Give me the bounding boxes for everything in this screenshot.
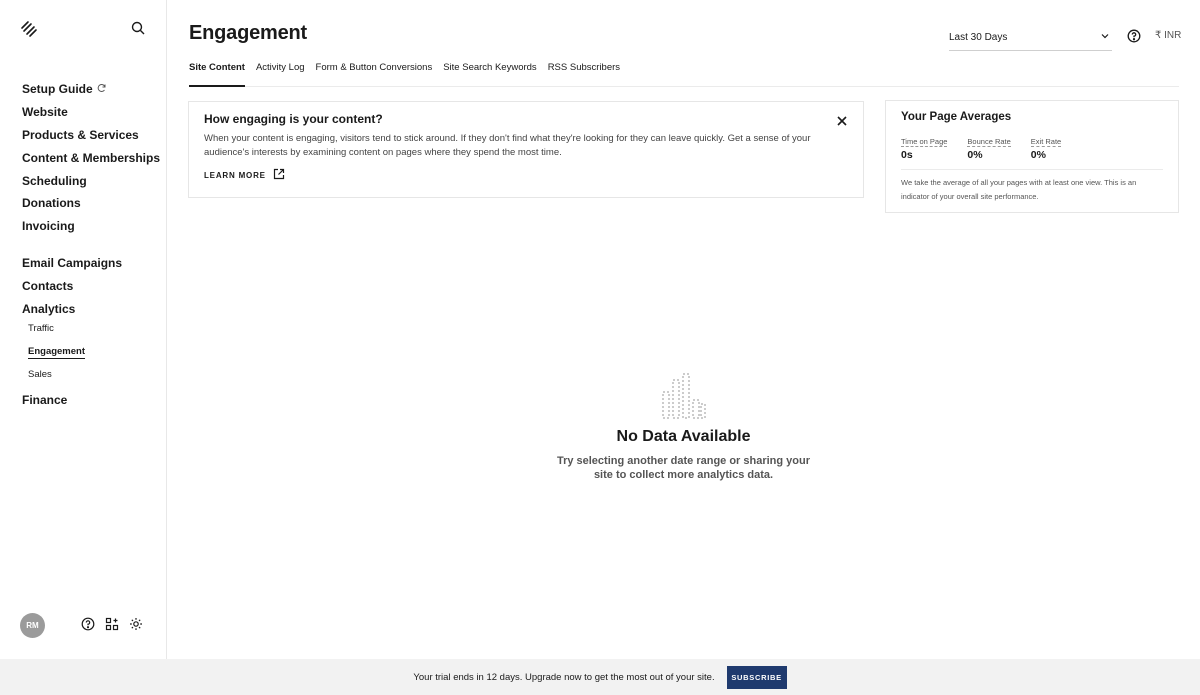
learn-more-link[interactable]: LEARN MORE (204, 168, 294, 182)
avatar[interactable]: RM (20, 613, 45, 638)
sidebar-item-label: Scheduling (22, 173, 87, 188)
refresh-icon (97, 80, 107, 98)
sidebar-item-label: Products & Services (22, 127, 139, 142)
sidebar: Setup Guide Website Products & Services … (0, 0, 167, 659)
tab-site-content[interactable]: Site Content (189, 57, 245, 87)
sidebar-item-scheduling[interactable]: Scheduling (22, 169, 160, 192)
sidebar-subitem-label: Traffic (28, 322, 54, 334)
sidebar-item-donations[interactable]: Donations (22, 192, 160, 215)
search-icon[interactable] (130, 20, 146, 36)
sidebar-item-label: Email Campaigns (22, 255, 123, 270)
empty-state: No Data Available Try selecting another … (547, 372, 820, 482)
sidebar-item-email-campaigns[interactable]: Email Campaigns (22, 252, 160, 275)
date-range-select[interactable]: Last 30 Days (949, 24, 1112, 51)
info-card-title: How engaging is your content? (204, 112, 383, 126)
page-averages-note: We take the average of all your pages wi… (901, 178, 1137, 201)
close-icon[interactable] (836, 114, 848, 126)
metric-label[interactable]: Time on Page (901, 137, 948, 147)
learn-more-label: LEARN MORE (204, 170, 266, 180)
sidebar-footer-icons (81, 617, 143, 631)
sidebar-item-finance[interactable]: Finance (22, 388, 160, 411)
sidebar-subitem-label: Engagement (28, 345, 86, 359)
sidebar-item-analytics[interactable]: Analytics (22, 297, 160, 320)
sidebar-subitem-traffic[interactable]: Traffic (22, 320, 160, 343)
sidebar-item-content-memberships[interactable]: Content & Memberships (22, 146, 160, 169)
sidebar-item-label: Content & Memberships (22, 150, 161, 165)
sidebar-item-label: Donations (22, 196, 81, 211)
tab-form-button-conversions[interactable]: Form & Button Conversions (316, 57, 433, 87)
help-icon[interactable] (81, 617, 95, 631)
metric-value: 0% (967, 149, 983, 161)
page-averages-card: Your Page Averages Time on Page 0s Bounc… (885, 100, 1179, 213)
sidebar-subitem-sales[interactable]: Sales (22, 366, 160, 389)
sidebar-nav: Setup Guide Website Products & Services … (22, 78, 160, 411)
metric-label[interactable]: Bounce Rate (967, 137, 1011, 147)
chevron-down-icon (1100, 31, 1110, 44)
sidebar-item-invoicing[interactable]: Invoicing (22, 215, 160, 238)
settings-icon[interactable] (129, 617, 143, 631)
metric-bounce-rate: Bounce Rate 0% (967, 131, 1011, 161)
sidebar-item-label: Website (22, 105, 68, 120)
main-content: Engagement Last 30 Days ₹ INR Site Conte… (167, 0, 1200, 659)
sidebar-item-label: Contacts (22, 278, 74, 293)
info-card-text: When your content is engaging, visitors … (204, 133, 811, 158)
sidebar-item-label: Finance (22, 392, 68, 407)
trial-banner: Your trial ends in 12 days. Upgrade now … (0, 659, 1200, 695)
sidebar-item-label: Analytics (22, 301, 76, 316)
sidebar-item-website[interactable]: Website (22, 101, 160, 124)
metric-label[interactable]: Exit Rate (1030, 137, 1062, 147)
trial-banner-text: Your trial ends in 12 days. Upgrade now … (413, 671, 715, 683)
squarespace-logo-icon[interactable] (20, 20, 38, 38)
metric-value: 0s (901, 149, 913, 161)
info-card: How engaging is your content? When your … (188, 101, 864, 198)
sidebar-subitem-label: Sales (28, 368, 52, 380)
sidebar-item-setup-guide[interactable]: Setup Guide (22, 78, 160, 101)
metric-exit-rate: Exit Rate 0% (1030, 131, 1062, 161)
sidebar-item-products-services[interactable]: Products & Services (22, 124, 160, 147)
bar-chart-icon (661, 372, 707, 420)
sidebar-item-label: Setup Guide (22, 82, 93, 97)
apps-icon[interactable] (105, 617, 119, 631)
external-link-icon (273, 168, 285, 182)
metric-time-on-page: Time on Page 0s (901, 131, 948, 161)
sidebar-item-label: Invoicing (22, 219, 75, 234)
page-averages-title: Your Page Averages (901, 111, 1012, 123)
sidebar-divider (22, 238, 160, 252)
tab-activity-log[interactable]: Activity Log (256, 57, 305, 87)
tab-bar: Site Content Activity Log Form & Button … (189, 57, 1179, 87)
metrics-row: Time on Page 0s Bounce Rate 0% Exit Rate… (901, 131, 1163, 170)
tab-site-search-keywords[interactable]: Site Search Keywords (443, 57, 536, 87)
currency-selector[interactable]: ₹ INR (1155, 30, 1181, 41)
metric-value: 0% (1030, 149, 1046, 161)
page-title: Engagement (189, 22, 308, 44)
empty-state-title: No Data Available (616, 428, 751, 445)
tab-rss-subscribers[interactable]: RSS Subscribers (548, 57, 620, 87)
sidebar-item-contacts[interactable]: Contacts (22, 274, 160, 297)
sidebar-subitem-engagement[interactable]: Engagement (22, 343, 160, 366)
empty-state-text: Try selecting another date range or shar… (556, 455, 811, 481)
date-range-value: Last 30 Days (949, 31, 1008, 43)
subscribe-button[interactable]: SUBSCRIBE (726, 665, 787, 689)
help-icon[interactable] (1127, 29, 1141, 43)
